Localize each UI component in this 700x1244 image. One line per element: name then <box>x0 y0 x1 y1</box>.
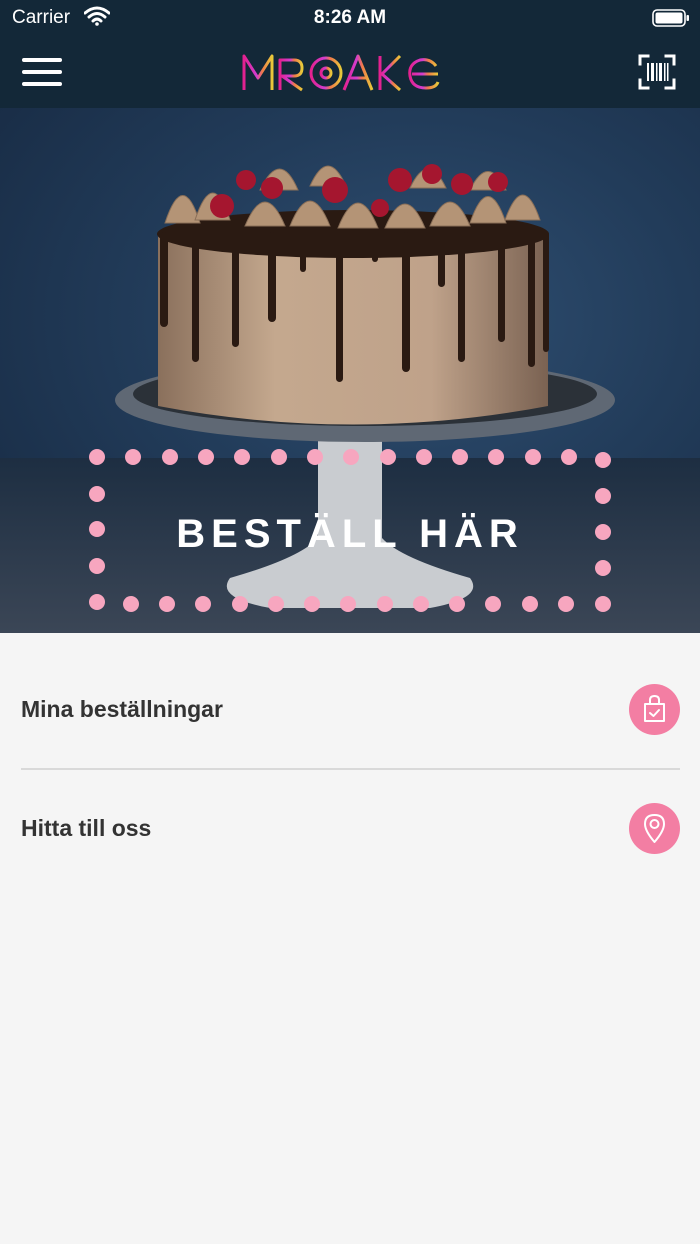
status-time: 8:26 AM <box>313 7 387 28</box>
barcode-scan-icon <box>638 54 676 90</box>
menu-button[interactable] <box>22 56 64 88</box>
shopping-bag-icon <box>644 694 665 722</box>
order-here-label: BESTÄLL HÄR <box>176 512 524 556</box>
my-orders-label: Mina beställningar <box>21 696 223 722</box>
battery-icon <box>652 9 689 27</box>
find-us-icon-badge <box>629 803 680 854</box>
find-us-label: Hitta till oss <box>21 815 152 841</box>
mrcake-logo <box>242 54 440 92</box>
my-orders-icon-badge <box>629 684 680 735</box>
nav-bar <box>0 36 700 108</box>
status-bar: Carrier 8:26 AM <box>0 0 700 36</box>
list-item-find-us[interactable]: Hitta till oss <box>0 770 700 888</box>
list-item-my-orders[interactable]: Mina beställningar <box>0 651 700 769</box>
order-here-banner[interactable]: BESTÄLL HÄR <box>0 108 700 633</box>
location-pin-icon <box>644 814 665 843</box>
scan-button[interactable] <box>638 54 676 90</box>
